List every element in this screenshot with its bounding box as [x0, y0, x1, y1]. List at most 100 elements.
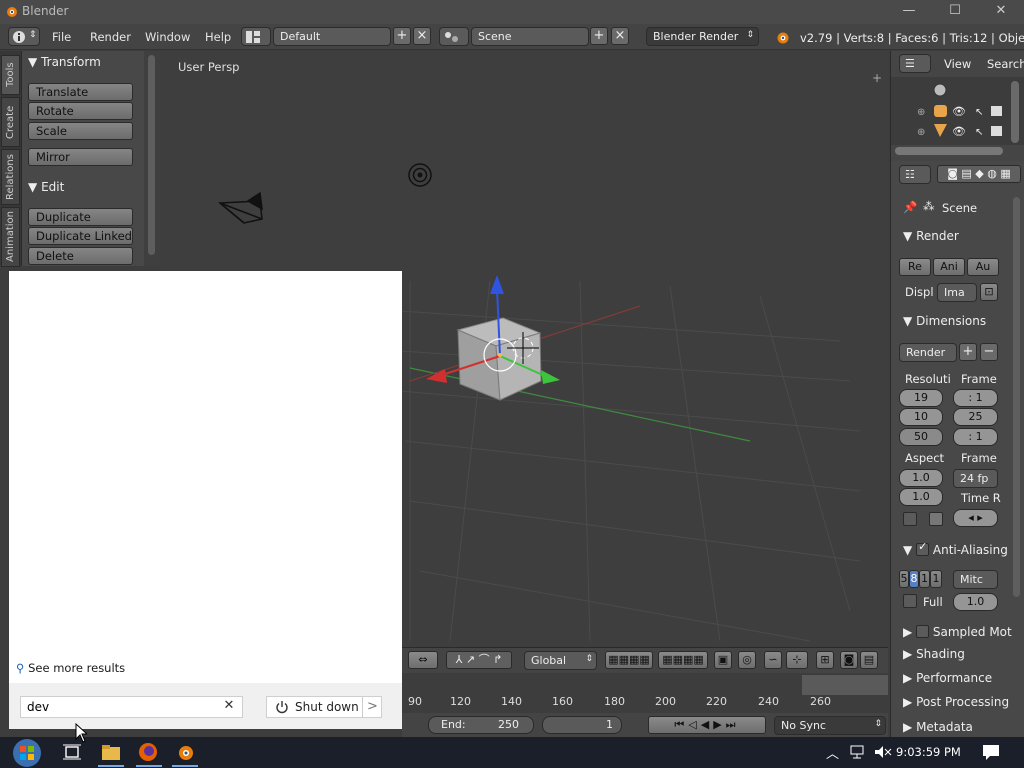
render-animation-button[interactable]: Ani	[933, 258, 965, 276]
edit-panel-header[interactable]: ▼ Edit	[28, 180, 64, 194]
layer-buttons-b[interactable]: ▦▦▦▦	[658, 651, 708, 669]
menu-render[interactable]: Render	[90, 30, 131, 44]
tab-animation[interactable]: Animation	[1, 207, 20, 267]
playback-controls[interactable]: ⏮◁◀▶⏭	[648, 716, 766, 734]
screen-layout-name[interactable]: Default	[273, 27, 391, 46]
shading-panel-header[interactable]: ▶ Shading	[903, 647, 965, 661]
see-more-results-link[interactable]: ⚲ See more results	[16, 661, 125, 675]
tab-create[interactable]: Create	[1, 97, 20, 147]
pivot-selector[interactable]: ⇔	[408, 651, 438, 669]
minimize-button[interactable]: —	[886, 0, 932, 24]
select-arrow-icon[interactable]: ↖	[975, 107, 983, 118]
power-options-arrow[interactable]: >	[362, 697, 382, 717]
transform-orientation-dropdown[interactable]: Global ⇕	[524, 651, 597, 670]
render-audio-button[interactable]: Au	[967, 258, 999, 276]
menu-file[interactable]: File	[52, 30, 71, 44]
scale-button[interactable]: Scale	[28, 122, 133, 140]
maximize-button[interactable]: ☐	[932, 0, 978, 24]
border-checkbox[interactable]	[903, 512, 917, 526]
render-panel-header[interactable]: ▼ Render	[903, 229, 959, 243]
taskbar-clock[interactable]: 9:03:59 PM	[896, 745, 961, 759]
tool-shelf-scrollbar[interactable]	[144, 51, 160, 266]
render-toggle-icon[interactable]	[991, 126, 1002, 136]
properties-toggle-icon[interactable]: +	[872, 71, 882, 85]
action-center-icon[interactable]	[982, 744, 1000, 760]
proportional-edit-icon[interactable]: ◎	[738, 651, 756, 669]
mirror-button[interactable]: Mirror	[28, 148, 133, 166]
task-view-icon[interactable]	[63, 744, 81, 760]
sampled-motion-panel-header[interactable]: ▶ Sampled Mot	[903, 623, 1012, 639]
x-arrow-icon[interactable]	[426, 369, 447, 383]
current-frame-field[interactable]: 1	[542, 716, 622, 734]
screen-layout-selector[interactable]	[241, 27, 271, 46]
scene-selector[interactable]	[439, 27, 469, 46]
resolution-y-field[interactable]: 10	[899, 408, 943, 426]
render-toggle-icon[interactable]	[991, 106, 1002, 116]
lock-interface-icon[interactable]: ⊡	[980, 283, 998, 301]
post-processing-panel-header[interactable]: ▶ Post Processing	[903, 695, 1009, 709]
properties-context-tabs[interactable]: ◙ ▤ ◆ ◍ ▦	[937, 165, 1021, 183]
snap-element-icon[interactable]: ⊹	[786, 651, 808, 669]
y-arrow-icon[interactable]	[541, 370, 560, 384]
snap-target-icon[interactable]: ⊞	[816, 651, 834, 669]
add-preset-button[interactable]: +	[959, 343, 977, 361]
camera-object[interactable]	[218, 191, 263, 224]
crop-checkbox[interactable]	[929, 512, 943, 526]
start-button-icon[interactable]	[8, 738, 46, 768]
outliner-editor-type[interactable]: ☰	[899, 54, 931, 73]
anti-aliasing-checkbox[interactable]: ✓	[916, 540, 930, 556]
remove-layout-button[interactable]: ×	[413, 27, 431, 45]
network-icon[interactable]	[850, 745, 868, 759]
outliner-hscrollbar[interactable]	[895, 147, 1003, 155]
manipulator-toggles[interactable]: ⅄ ↗ ⌒ ↱	[446, 651, 512, 669]
remove-scene-button[interactable]: ×	[611, 27, 629, 45]
resolution-x-field[interactable]: 19	[899, 389, 943, 407]
tray-chevron-icon[interactable]: ︿	[826, 743, 839, 762]
properties-editor-type[interactable]: ☷	[899, 165, 931, 184]
aa-samples-8[interactable]: 8	[909, 570, 919, 588]
frame-rate-dropdown[interactable]: 24 fp	[953, 469, 998, 488]
tab-relations[interactable]: Relations	[1, 149, 20, 205]
transform-panel-header[interactable]: ▼ Transform	[28, 55, 101, 69]
full-sample-checkbox[interactable]	[903, 594, 917, 608]
performance-panel-header[interactable]: ▶ Performance	[903, 671, 992, 685]
aa-samples-5[interactable]: 5	[899, 570, 909, 588]
cone-object-icon[interactable]	[934, 124, 947, 137]
render-camera-icon[interactable]: ◙	[840, 651, 858, 669]
aspect-y-field[interactable]: 1.0	[899, 488, 943, 506]
world-icon[interactable]	[933, 83, 947, 97]
expand-icon[interactable]: ⊕	[917, 127, 925, 138]
select-arrow-icon[interactable]: ↖	[975, 127, 983, 138]
delete-button[interactable]: Delete	[28, 247, 133, 265]
blender-taskbar-icon[interactable]	[175, 742, 195, 762]
duplicate-button[interactable]: Duplicate	[28, 208, 133, 226]
object-data-icon[interactable]	[934, 105, 947, 117]
start-frame-field[interactable]: : 1	[953, 389, 998, 407]
editor-type-button[interactable]: ⇕	[8, 27, 40, 46]
end-frame-field[interactable]: End: 250	[428, 716, 534, 734]
sync-mode-dropdown[interactable]: No Sync ⇕	[774, 716, 886, 735]
outliner-view-menu[interactable]: View	[944, 57, 971, 71]
aspect-x-field[interactable]: 1.0	[899, 469, 943, 487]
aa-filter-dropdown[interactable]: Mitc	[953, 570, 998, 589]
volume-muted-icon[interactable]	[874, 745, 892, 759]
lamp-object[interactable]	[408, 163, 432, 187]
translate-button[interactable]: Translate	[28, 83, 133, 101]
render-anim-icon[interactable]: ▤	[860, 651, 878, 669]
outliner-vscrollbar[interactable]	[1011, 81, 1019, 143]
menu-window[interactable]: Window	[145, 30, 190, 44]
dimensions-panel-header[interactable]: ▼ Dimensions	[903, 314, 986, 328]
search-input[interactable]: dev	[20, 696, 243, 718]
add-scene-button[interactable]: +	[590, 27, 608, 45]
duplicate-linked-button[interactable]: Duplicate Linked	[28, 227, 133, 245]
timeline-ruler[interactable]: 90 120 140 160 180 200 220 240 260	[402, 673, 888, 713]
layer-lock-icon[interactable]: ▣	[714, 651, 732, 669]
clear-search-icon[interactable]: ✕	[221, 697, 237, 715]
outliner-tree[interactable]: ⊕ 👁 ↖ ⊕ 👁 ↖	[891, 77, 1024, 145]
end-frame-field[interactable]: 25	[953, 408, 998, 426]
frame-step-field[interactable]: : 1	[953, 428, 998, 446]
visibility-eye-icon[interactable]: 👁	[952, 105, 966, 118]
visibility-eye-icon[interactable]: 👁	[952, 125, 966, 138]
render-image-button[interactable]: Re	[899, 258, 931, 276]
filter-size-field[interactable]: 1.0	[953, 593, 998, 611]
